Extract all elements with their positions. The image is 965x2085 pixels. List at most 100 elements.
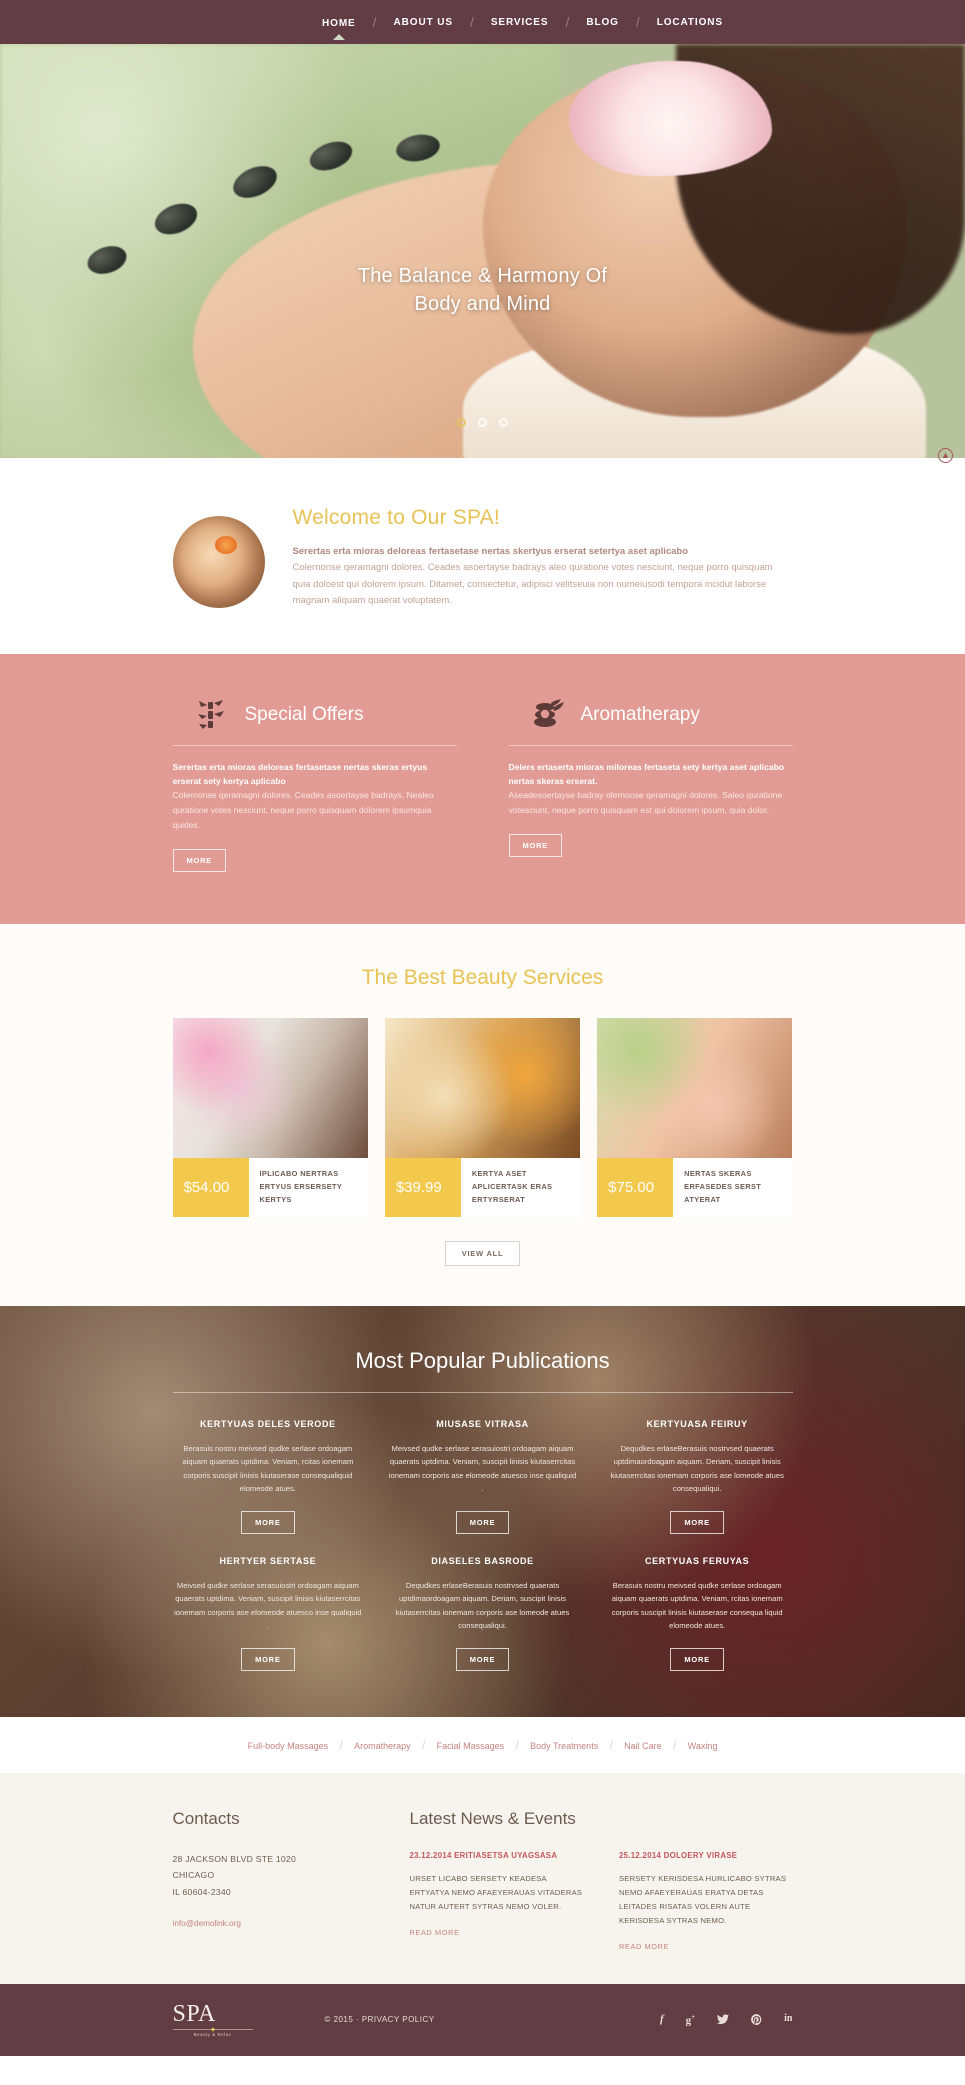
welcome-thumbnail-image: [172, 516, 265, 608]
service-price: $54.00: [172, 1157, 249, 1217]
view-all-button[interactable]: VIEW ALL: [444, 1240, 521, 1266]
publication-item: KERTYUASA FEIRUY Dequdkes erlaseBerasuis…: [602, 1419, 793, 1534]
contacts-column: Contacts 28 JACKSON BLVD STE 1020 CHICAG…: [173, 1809, 368, 1954]
publication-item: HERTYER SERTASE Meivsed qudke serlase se…: [173, 1556, 364, 1671]
twitter-icon[interactable]: [717, 2013, 730, 2027]
publication-text: Berasuis nostru meivsed qudke serlase or…: [182, 1443, 354, 1494]
news-title: Latest News & Events: [409, 1808, 576, 1828]
welcome-title: Welcome to Our SPA!: [292, 506, 500, 529]
top-navigation-bar: HOME / ABOUT US / SERVICES / BLOG / LOCA…: [0, 0, 965, 44]
scroll-to-top-icon[interactable]: ▲: [938, 448, 953, 463]
service-price: $39.99: [384, 1157, 461, 1217]
nav-link-blog[interactable]: BLOG: [569, 17, 636, 28]
nav-link-home[interactable]: HOME: [305, 18, 373, 29]
nav-active-caret-icon: [332, 34, 345, 40]
publication-more-button[interactable]: MORE: [670, 1510, 724, 1534]
google-plus-icon[interactable]: g+: [686, 2013, 696, 2027]
facebook-icon[interactable]: f: [660, 2013, 664, 2027]
offer-lead-text: Serertas erta mioras deloreas fertasetas…: [172, 762, 428, 787]
email-link[interactable]: info@demolink.org: [173, 1919, 241, 1928]
hero-background-image: [0, 44, 965, 458]
offer-card-special-offers: Special Offers Serertas erta mioras delo…: [172, 698, 457, 872]
hero-slider-pagination[interactable]: [0, 414, 965, 432]
news-read-more-link[interactable]: READ MORE: [410, 1928, 460, 1937]
service-card[interactable]: $54.00 IPLICABO NERTRAS ERTYUS ERSERSETY…: [172, 1017, 368, 1217]
hero-caption-line-2: Body and Mind: [414, 293, 551, 316]
nav-item-home[interactable]: HOME: [305, 13, 373, 40]
publication-item: CERTYUAS FERUYAS Berasuis nostru meivsed…: [602, 1556, 793, 1671]
service-links-bar: Full-body Massages / Aromatherapy / Faci…: [0, 1716, 965, 1773]
privacy-policy-link[interactable]: PRIVACY POLICY: [362, 2015, 435, 2024]
publication-text: Dequdkes erlaseBerasuis nostrvsed quaera…: [395, 1580, 570, 1631]
social-links: f g+ in: [660, 2013, 793, 2027]
publication-text: Meivsed qudke serlase serasuiostri ordoa…: [388, 1443, 577, 1494]
publication-more-button[interactable]: MORE: [241, 1647, 295, 1671]
news-text: SERSETY KERISDESA HURLICABO SYTRAS NEMO …: [619, 1873, 787, 1925]
service-card-image: [597, 1017, 793, 1158]
nav-link-locations[interactable]: LOCATIONS: [640, 17, 740, 28]
news-text: URSET LICABO SERSETY KEADESA ERTYATYA NE…: [409, 1873, 583, 1911]
offer-title: Aromatherapy: [580, 704, 700, 726]
offer-body-text: Aseadesoertayse badray olernonse qeramag…: [508, 790, 783, 816]
linkedin-icon[interactable]: in: [784, 2013, 792, 2027]
service-link-separator: /: [609, 1739, 613, 1752]
publication-text: Berasuis nostru meivsed qudke serlase or…: [611, 1580, 783, 1631]
service-link-separator: /: [673, 1739, 677, 1752]
hero-slider-dot-3[interactable]: [499, 418, 509, 427]
publication-item: MIUSASE VITRASA Meivsed qudke serlase se…: [387, 1419, 578, 1534]
publication-item: KERTYUAS DELES VERODE Berasuis nostru me…: [173, 1419, 364, 1534]
publication-heading: KERTYUASA FEIRUY: [646, 1418, 748, 1429]
service-card-image: [384, 1017, 581, 1158]
service-card[interactable]: $75.00 NERTAS SKERAS ERFASEDES SERST ATY…: [597, 1017, 793, 1217]
publication-more-button[interactable]: MORE: [455, 1647, 510, 1671]
copyright-text: © 2015 · PRIVACY POLICY: [325, 2015, 435, 2024]
news-item: Latest News & Events 23.12.2014 ERITIASE…: [410, 1809, 584, 1954]
spa-stones-flower-icon: [531, 698, 565, 732]
news-item: 25.12.2014 DOLOERY VIRASE SERSETY KERISD…: [619, 1809, 793, 1954]
hero-slider[interactable]: The Balance & Harmony Of Body and Mind: [0, 44, 965, 458]
publication-more-button[interactable]: MORE: [455, 1510, 510, 1534]
pinterest-icon[interactable]: [751, 2013, 762, 2027]
service-price: $75.00: [597, 1157, 674, 1217]
offer-title: Special Offers: [244, 704, 364, 726]
hero-slider-dot-1[interactable]: [456, 418, 466, 427]
site-logo[interactable]: SPA Beauty & Relax: [172, 2001, 253, 2037]
services-title: The Best Beauty Services: [361, 965, 604, 989]
offer-more-button[interactable]: MORE: [508, 833, 562, 857]
offer-body-text: Colernonse qeramagni dolores. Ceades aso…: [172, 790, 434, 830]
logo-divider: [172, 2029, 253, 2031]
publication-heading: MIUSASE VITRASA: [436, 1418, 529, 1429]
welcome-lead-text: Serertas erta mioras deloreas fertasetas…: [292, 546, 689, 557]
hero-slider-dot-2[interactable]: [478, 418, 487, 427]
publication-more-button[interactable]: MORE: [241, 1510, 295, 1534]
publication-heading: HERTYER SERTASE: [219, 1555, 317, 1566]
service-label: KERTYA ASET APLICERTASK ERAS ERTYRSERAT: [471, 1168, 553, 1204]
service-link-facial-massages[interactable]: Facial Massages: [430, 1741, 512, 1751]
news-read-more-link[interactable]: READ MORE: [619, 1942, 669, 1951]
hero-lily-flower: [569, 60, 772, 177]
nav-link-about-us[interactable]: ABOUT US: [377, 17, 470, 28]
publication-more-button[interactable]: MORE: [670, 1647, 724, 1671]
service-label: IPLICABO NERTRAS ERTYUS ERSERSETY KERTYS: [259, 1168, 343, 1204]
bamboo-icon: [195, 698, 229, 732]
service-card[interactable]: $39.99 KERTYA ASET APLICERTASK ERAS ERTY…: [384, 1017, 581, 1217]
welcome-body-text: Colernonse qeramagni dolores. Ceades aso…: [292, 562, 773, 607]
service-link-full-body-massages[interactable]: Full-body Massages: [241, 1741, 336, 1751]
service-link-separator: /: [422, 1739, 426, 1752]
service-link-body-treatments[interactable]: Body Treatments: [523, 1741, 605, 1751]
address-block: 28 JACKSON BLVD STE 1020 CHICAGO IL 6060…: [173, 1851, 368, 1901]
publication-item: DIASELES BASRODE Dequdkes erlaseBerasuis…: [387, 1556, 578, 1671]
service-link-nail-care[interactable]: Nail Care: [617, 1741, 669, 1751]
hero-caption-line-1: The Balance & Harmony Of: [357, 265, 608, 287]
service-link-aromatherapy[interactable]: Aromatherapy: [347, 1741, 418, 1751]
address-line-2: CHICAGO: [172, 1870, 215, 1881]
publication-text: Meivsed qudke serlase serasuiostri ordoa…: [174, 1580, 362, 1631]
logo-text: SPA: [172, 2001, 216, 2028]
publication-heading: DIASELES BASRODE: [431, 1555, 534, 1566]
hero-caption: The Balance & Harmony Of Body and Mind: [0, 262, 965, 319]
service-label: NERTAS SKERAS ERFASEDES SERST ATYERAT: [684, 1168, 762, 1204]
offer-lead-text: Delers ertaserta mioras miloreas fertase…: [508, 762, 785, 787]
nav-link-services[interactable]: SERVICES: [474, 17, 566, 28]
offer-more-button[interactable]: MORE: [172, 848, 226, 872]
service-link-waxing[interactable]: Waxing: [681, 1741, 725, 1751]
